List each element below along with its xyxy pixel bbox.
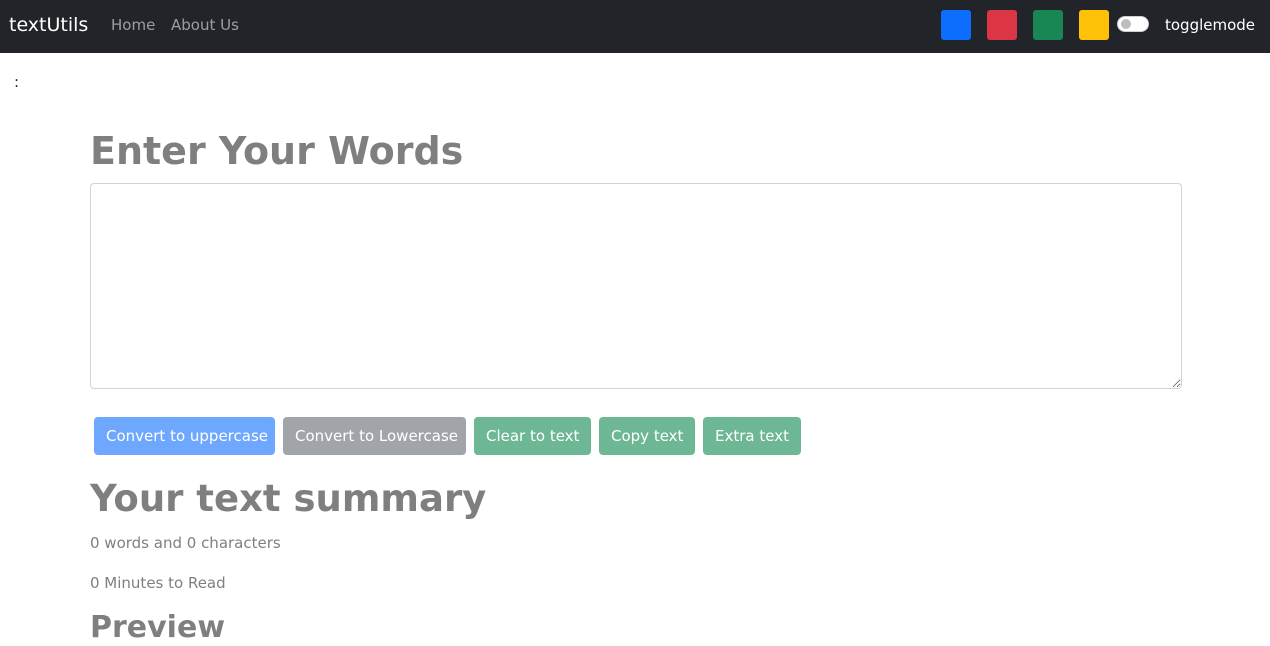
nav-link-about-us[interactable]: About Us	[171, 15, 239, 35]
nav-link-home[interactable]: Home	[111, 15, 155, 35]
theme-swatch-blue[interactable]	[941, 10, 971, 40]
copy-text-button[interactable]: Copy text	[599, 417, 695, 455]
navbar: textUtils Home About Us togglemode	[0, 0, 1270, 53]
page-title: Enter Your Words	[90, 129, 464, 173]
preview-heading: Preview	[90, 610, 226, 645]
convert-lowercase-button[interactable]: Convert to Lowercase	[283, 417, 466, 455]
alert-text: :	[14, 73, 20, 91]
clear-text-button[interactable]: Clear to text	[474, 417, 591, 455]
theme-swatch-red[interactable]	[987, 10, 1017, 40]
extra-text-button[interactable]: Extra text	[703, 417, 801, 455]
read-time: 0 Minutes to Read	[90, 574, 226, 592]
brand-link[interactable]: textUtils	[9, 12, 88, 38]
theme-swatch-green[interactable]	[1033, 10, 1063, 40]
toggle-knob	[1121, 19, 1131, 29]
word-char-count: 0 words and 0 characters	[90, 534, 281, 552]
theme-swatch-yellow[interactable]	[1079, 10, 1109, 40]
summary-heading: Your text summary	[90, 477, 487, 520]
convert-uppercase-button[interactable]: Convert to uppercase	[94, 417, 275, 455]
toggle-mode-label: togglemode	[1165, 16, 1256, 34]
text-input-area[interactable]	[90, 183, 1182, 389]
dark-mode-toggle[interactable]	[1117, 16, 1149, 32]
